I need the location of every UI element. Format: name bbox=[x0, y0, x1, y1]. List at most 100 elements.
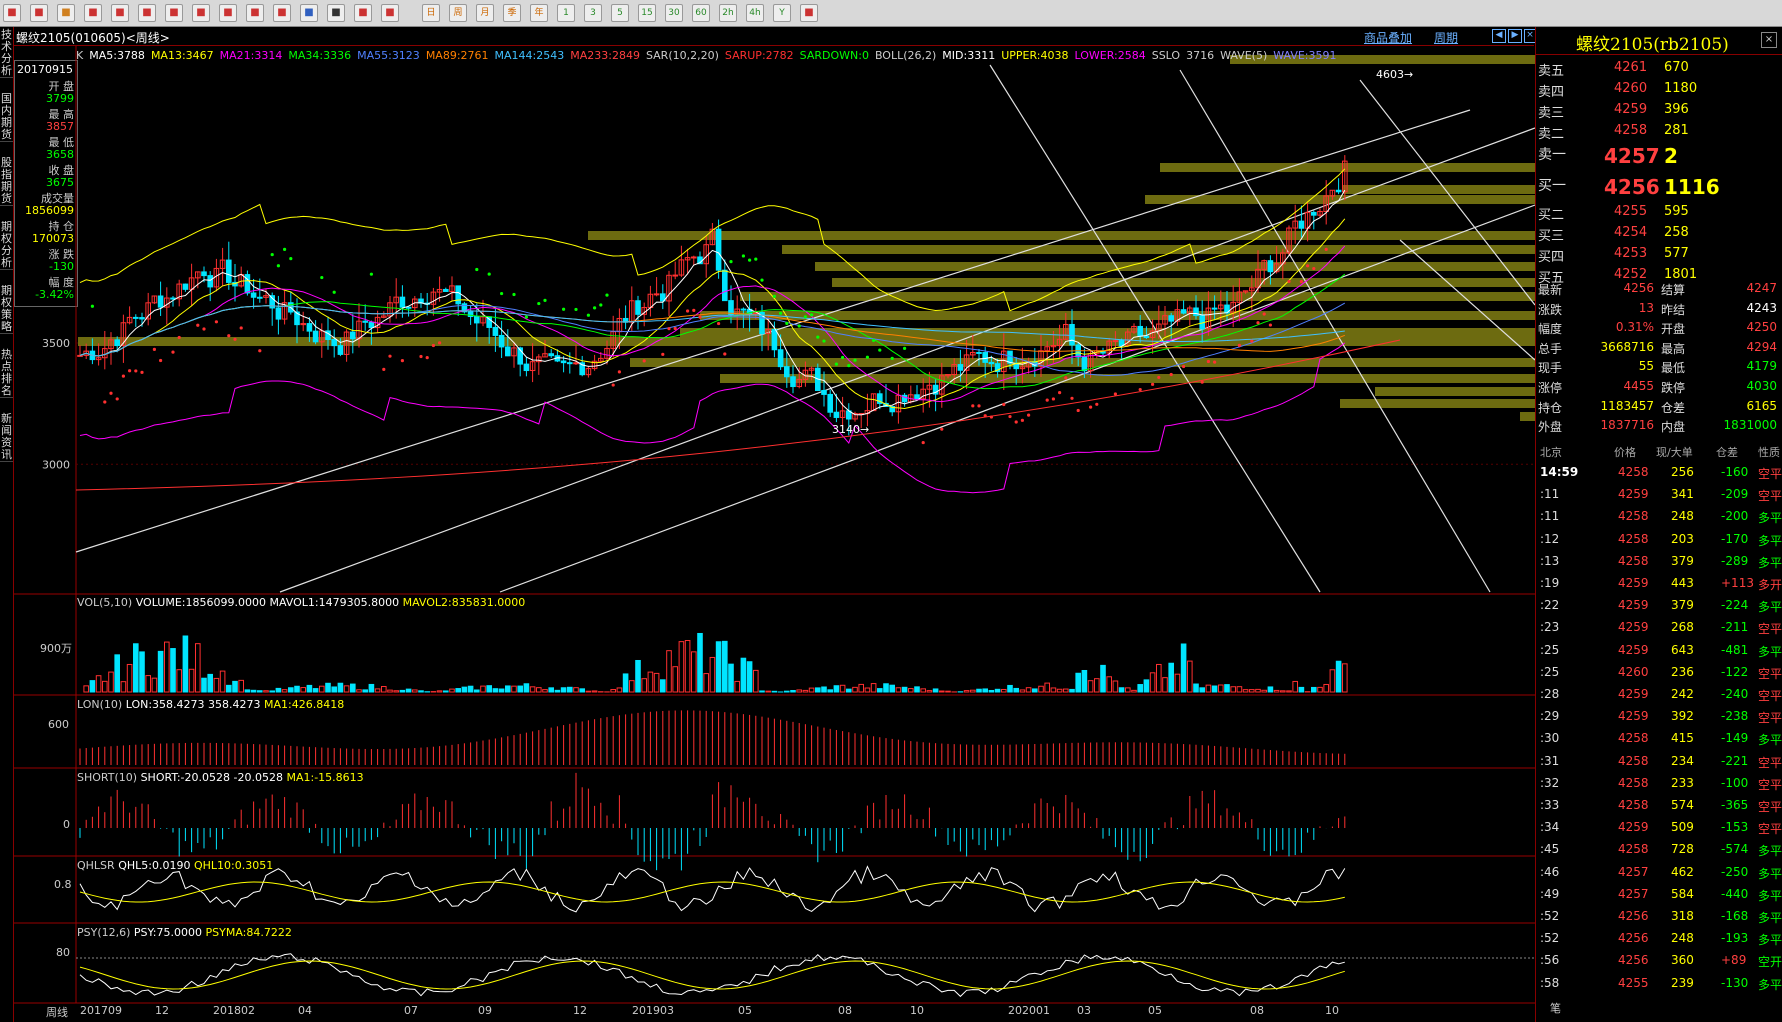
candle-body bbox=[790, 376, 796, 388]
main-indicator-12: BOLL(26,2) bbox=[874, 49, 937, 62]
stat-6-d: 6165 bbox=[1746, 398, 1777, 413]
stat-2-d: 4250 bbox=[1746, 320, 1777, 335]
tick-3-t: :12 bbox=[1540, 531, 1560, 546]
tick-15-d: -365 bbox=[1721, 798, 1749, 812]
close-quote-icon[interactable]: × bbox=[1761, 32, 1777, 48]
tick-7-v: 268 bbox=[1671, 620, 1694, 635]
volume-bar bbox=[455, 688, 461, 693]
volume-bar bbox=[920, 688, 927, 693]
sar-dot bbox=[673, 326, 677, 331]
volume-bar bbox=[1335, 660, 1342, 693]
tick-17-d: -574 bbox=[1721, 842, 1749, 857]
tick-16-d: -153 bbox=[1721, 820, 1749, 835]
stat-5-b: 4455 bbox=[1623, 379, 1654, 393]
sar-dot bbox=[1020, 418, 1024, 422]
tick-7-t: :23 bbox=[1540, 620, 1560, 635]
main-indicator-9: SAR(10,2,20) bbox=[645, 49, 719, 62]
volume-bar bbox=[133, 643, 139, 693]
sar-dot bbox=[500, 291, 504, 296]
volume-bar bbox=[486, 685, 492, 693]
main-indicator-3: MA21:3314 bbox=[219, 49, 283, 62]
volume-bar bbox=[89, 680, 96, 693]
candle-body bbox=[548, 353, 555, 357]
volume-bar bbox=[976, 688, 982, 693]
tick-1-d: -209 bbox=[1721, 487, 1749, 502]
tick-8-n: 多平 bbox=[1758, 644, 1782, 659]
volume-bar bbox=[734, 680, 741, 693]
candle-body bbox=[368, 321, 375, 329]
volume-bar bbox=[517, 685, 524, 693]
bid-0-label: 买一 bbox=[1538, 178, 1566, 194]
volume-bar bbox=[1342, 663, 1348, 693]
volume-bar bbox=[746, 661, 753, 693]
sar-dot bbox=[103, 400, 107, 404]
tick-19-t: :49 bbox=[1540, 886, 1560, 901]
stat-1-d: 4243 bbox=[1746, 300, 1777, 315]
x-tick-4: 04 bbox=[298, 1004, 312, 1017]
volume-bar bbox=[567, 686, 573, 693]
tick-15-v: 574 bbox=[1671, 798, 1694, 812]
volume-bar bbox=[412, 689, 418, 693]
volume-bar bbox=[591, 690, 598, 693]
sar-dot bbox=[332, 290, 336, 294]
volume-bar bbox=[170, 648, 176, 693]
sar-dot bbox=[1157, 375, 1161, 380]
volume-bar bbox=[1236, 686, 1243, 693]
sar-dot bbox=[834, 362, 839, 366]
volume-bar bbox=[1317, 686, 1323, 693]
candle-body bbox=[1112, 340, 1119, 343]
quote-title: 螺纹2105(rb2105) bbox=[1576, 35, 1729, 55]
volume-bar bbox=[1063, 688, 1069, 693]
volume-bar bbox=[250, 689, 257, 693]
candle-body bbox=[1311, 211, 1317, 216]
volume-bar bbox=[635, 659, 641, 693]
stat-2-a: 幅度 bbox=[1538, 322, 1563, 337]
sar-dot bbox=[283, 247, 287, 251]
sar-dot bbox=[1095, 402, 1099, 406]
sar-dot bbox=[1051, 397, 1055, 401]
tick-17-v: 728 bbox=[1671, 842, 1694, 857]
vol-axis: 900万 bbox=[40, 642, 72, 655]
volume-bar bbox=[1100, 664, 1106, 693]
tick-21-p: 4256 bbox=[1618, 931, 1649, 946]
candle-body bbox=[114, 339, 121, 347]
volume-bar bbox=[1019, 689, 1026, 693]
candle-body bbox=[957, 364, 964, 371]
sar-dot bbox=[1027, 413, 1031, 417]
volume-bar bbox=[554, 689, 561, 693]
sar-dot bbox=[152, 347, 156, 351]
volume-bar bbox=[1025, 687, 1032, 693]
tick-10-d: -240 bbox=[1721, 687, 1749, 701]
volume-profile-bar bbox=[1520, 412, 1535, 421]
volume-bar bbox=[188, 668, 195, 693]
volume-bar bbox=[1261, 689, 1268, 693]
volume-bar bbox=[467, 685, 474, 693]
volume-bar bbox=[1056, 688, 1063, 693]
tick-21-t: :52 bbox=[1540, 931, 1560, 946]
candle-body bbox=[362, 320, 368, 323]
volume-bar bbox=[195, 643, 201, 693]
volume-bar bbox=[548, 687, 555, 693]
volume-bar bbox=[1106, 676, 1113, 693]
tick-6-p: 4259 bbox=[1618, 598, 1649, 613]
volume-bar bbox=[1249, 689, 1255, 693]
tick-4-n: 多平 bbox=[1758, 555, 1782, 570]
tick-21-d: -193 bbox=[1721, 931, 1749, 946]
bid-1-vol: 595 bbox=[1664, 204, 1689, 219]
tick-19-v: 584 bbox=[1671, 886, 1694, 901]
main-indicator-10: SARUP:2782 bbox=[724, 49, 794, 62]
volume-bar bbox=[1211, 685, 1218, 693]
short-t2: -20.0528 bbox=[233, 771, 283, 784]
stat-3-c: 最高 bbox=[1661, 341, 1686, 356]
sar-dot bbox=[1200, 380, 1204, 384]
x-tick-0: 周线 bbox=[46, 1006, 68, 1019]
lon-t3: MA1:426.8418 bbox=[264, 698, 345, 711]
tick-23-n: 多平 bbox=[1758, 977, 1782, 992]
stat-4-a: 现手 bbox=[1538, 361, 1563, 376]
x-tick-16: 10 bbox=[1325, 1004, 1339, 1017]
tick-1-v: 341 bbox=[1671, 487, 1694, 502]
volume-bar bbox=[827, 689, 834, 693]
sar-dot bbox=[1138, 387, 1142, 392]
tick-8-p: 4259 bbox=[1618, 642, 1649, 657]
volume-bar bbox=[281, 689, 288, 693]
